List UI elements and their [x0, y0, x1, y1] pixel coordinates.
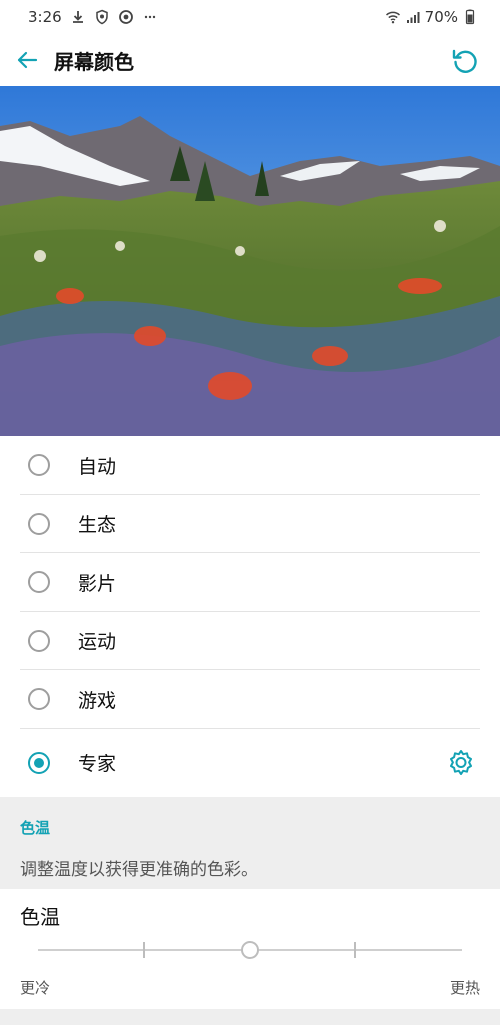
expert-settings-button[interactable] — [446, 748, 476, 778]
radio-unselected[interactable] — [28, 688, 50, 711]
option-row[interactable]: 运动 — [0, 612, 500, 670]
battery-percent: 70% — [424, 8, 458, 26]
page-title: 屏幕颜色 — [54, 49, 134, 74]
bottom-spacer — [0, 1009, 500, 1025]
status-bar: 3:26 70% — [0, 0, 500, 34]
slider-min-label: 更冷 — [20, 979, 51, 997]
option-label: 生态 — [78, 514, 117, 537]
option-label: 影片 — [78, 572, 117, 595]
slider-tick — [354, 942, 356, 958]
slider-max-label: 更热 — [449, 979, 480, 997]
app-bar: 屏幕颜色 — [0, 34, 500, 86]
reset-button[interactable] — [430, 34, 500, 86]
landscape-preview-image — [0, 86, 500, 436]
section-header: 色温 — [20, 819, 51, 837]
temperature-title: 色温 — [20, 905, 60, 929]
signal-icon — [405, 9, 421, 25]
option-label: 游戏 — [78, 689, 117, 712]
wifi-icon — [385, 9, 401, 25]
radio-unselected[interactable] — [28, 512, 50, 535]
radio-selected[interactable] — [28, 751, 50, 774]
option-row[interactable]: 自动 — [0, 436, 500, 495]
section-description: 调整温度以获得更准确的色彩。 — [20, 860, 258, 880]
radio-unselected[interactable] — [28, 454, 50, 477]
slider-tick — [143, 942, 145, 958]
more-dots-icon — [142, 9, 158, 25]
back-arrow-icon — [17, 51, 38, 69]
color-temperature-section: 色温 调整温度以获得更准确的色彩。 — [0, 797, 500, 889]
reset-icon — [452, 49, 477, 73]
preview-image — [0, 86, 500, 436]
color-mode-options: 自动生态影片运动游戏专家 — [0, 436, 500, 797]
option-label: 运动 — [78, 631, 117, 654]
sync-icon — [118, 9, 134, 25]
status-time: 3:26 — [28, 8, 62, 26]
radio-unselected[interactable] — [28, 571, 50, 594]
radio-unselected[interactable] — [28, 629, 50, 652]
option-row[interactable]: 生态 — [0, 495, 500, 553]
download-icon — [70, 9, 86, 25]
slider-thumb[interactable] — [241, 941, 259, 959]
option-row[interactable]: 专家 — [0, 729, 500, 797]
option-label: 专家 — [78, 753, 117, 775]
temperature-control: 色温 更冷 更热 — [0, 889, 500, 1009]
option-row[interactable]: 游戏 — [0, 670, 500, 729]
option-row[interactable]: 影片 — [0, 553, 500, 612]
option-label: 自动 — [78, 455, 117, 478]
battery-icon — [462, 9, 478, 25]
back-button[interactable] — [0, 34, 54, 86]
gear-icon — [450, 749, 472, 775]
shield-badge-icon — [94, 9, 110, 25]
temperature-slider[interactable] — [38, 941, 462, 959]
